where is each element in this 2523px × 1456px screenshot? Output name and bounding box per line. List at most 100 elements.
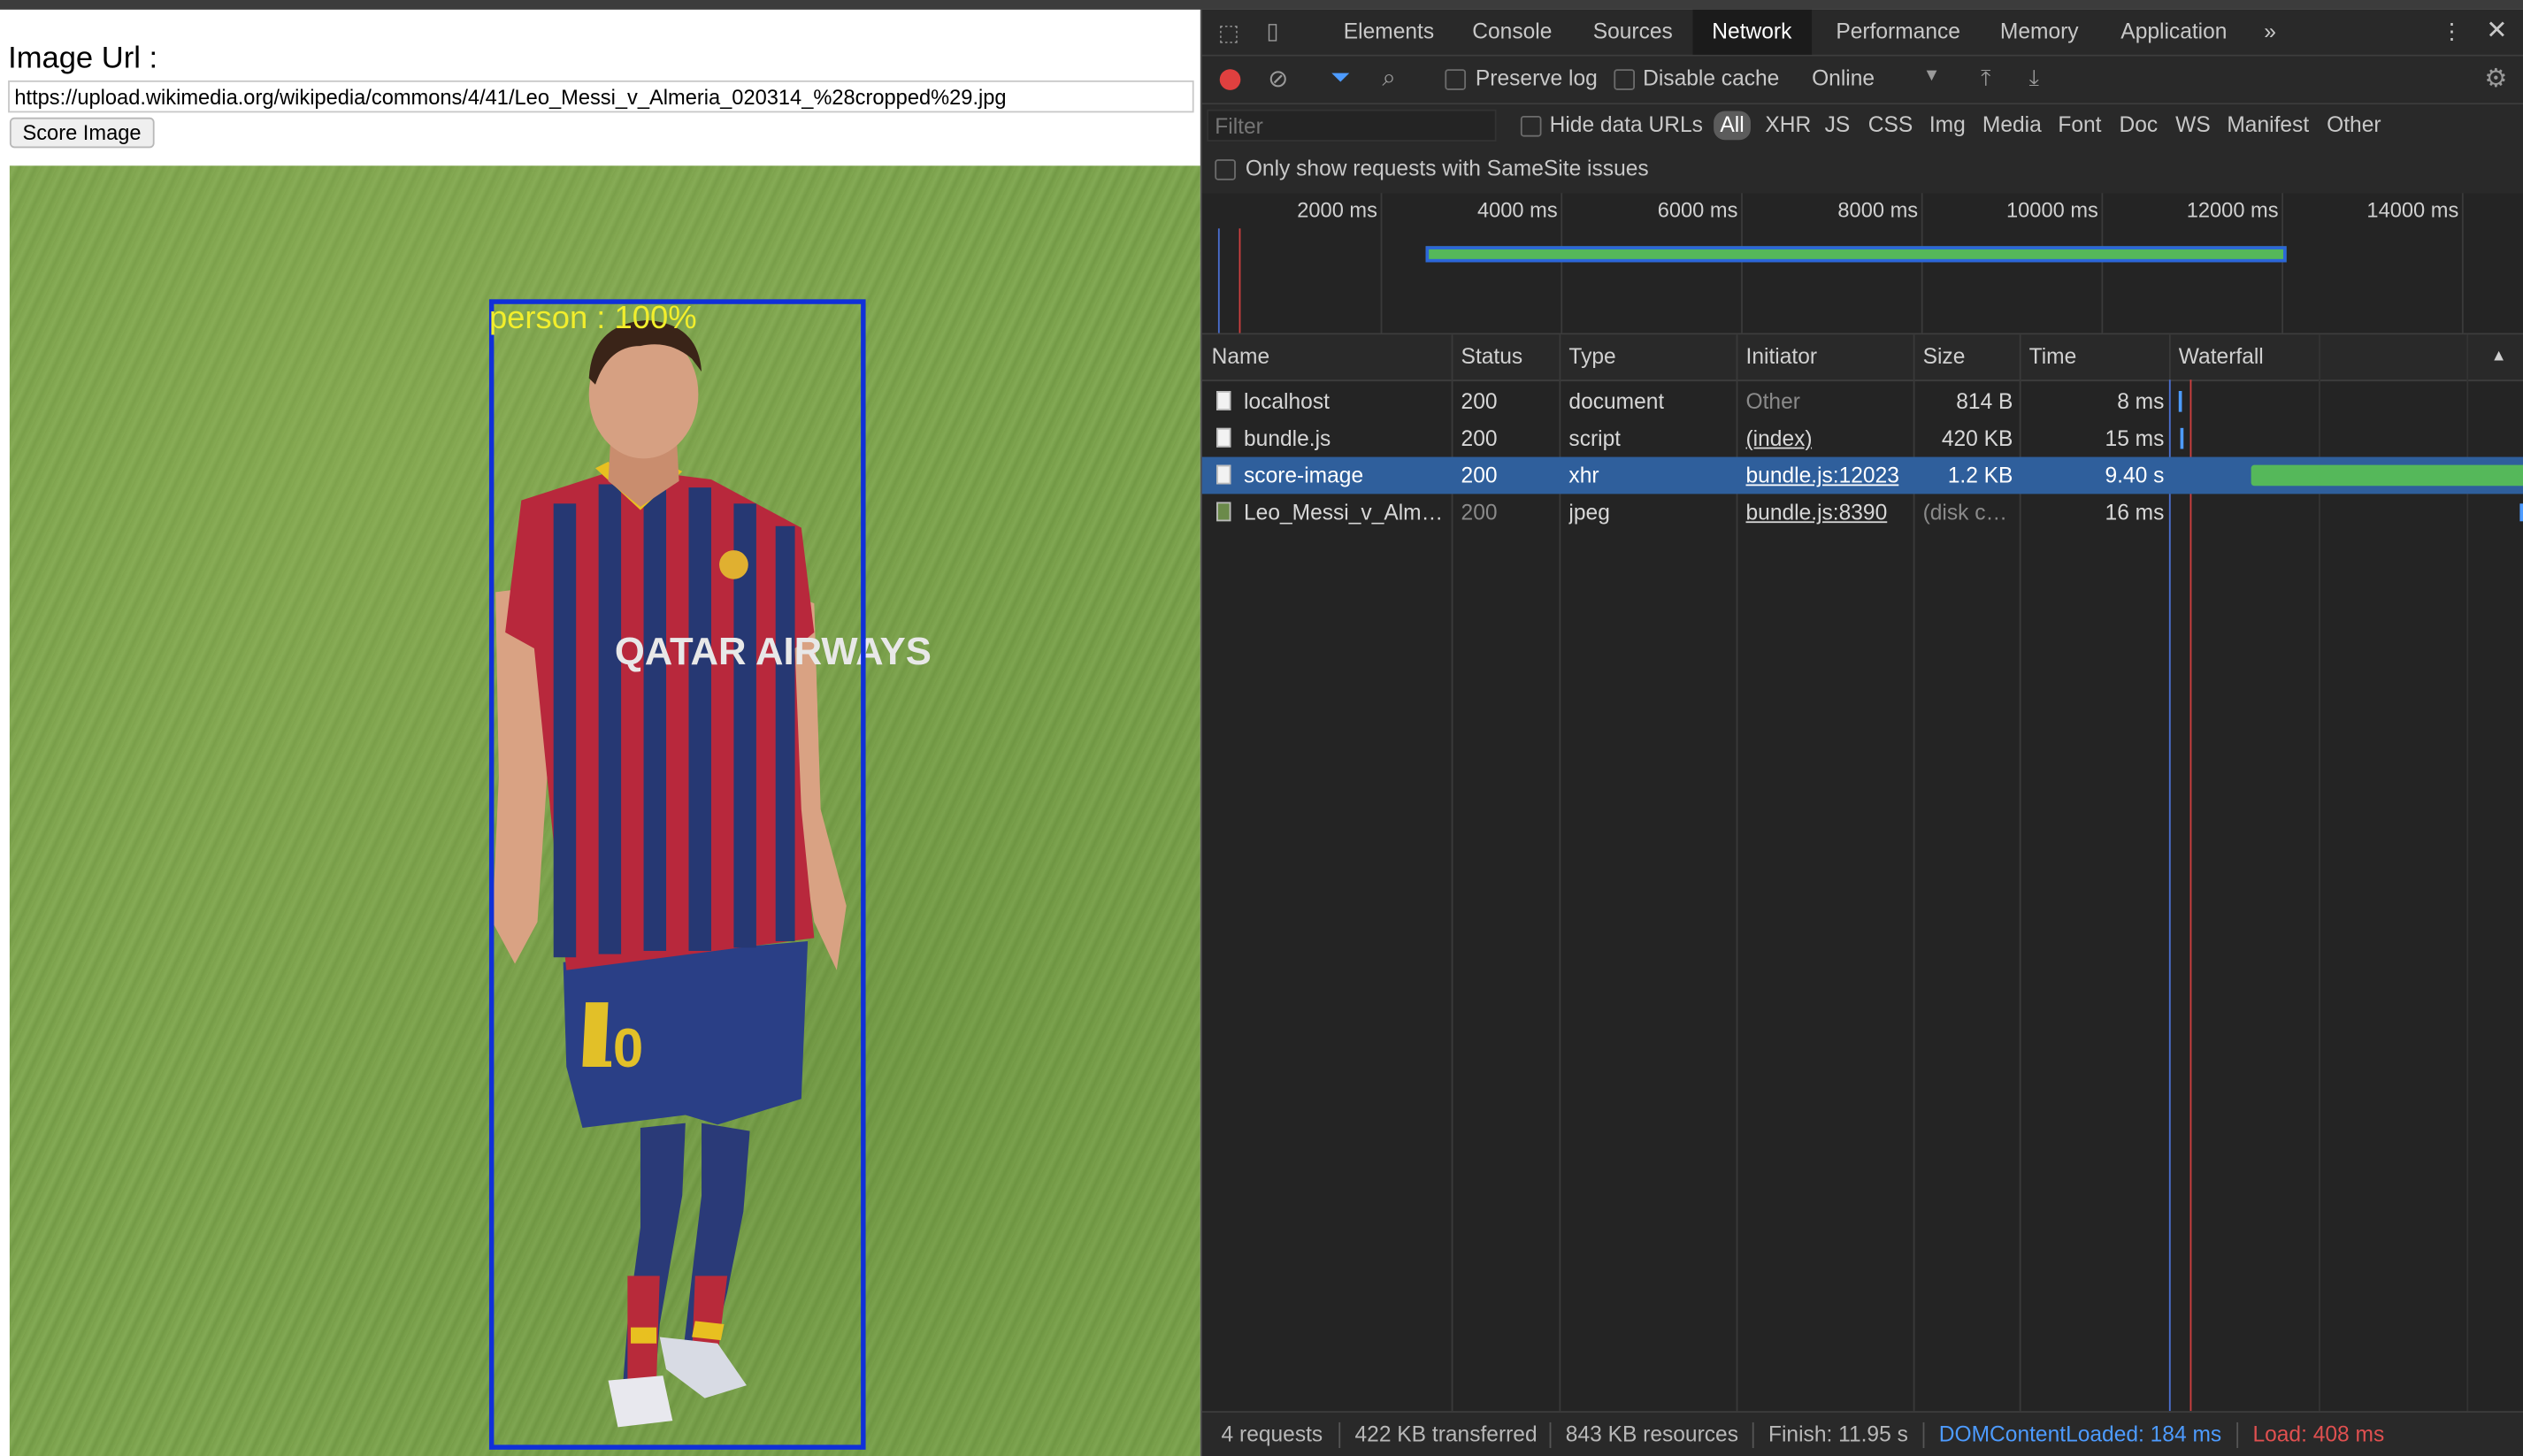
request-type: script <box>1568 426 1622 451</box>
request-row-score-image[interactable]: score-image 200 xhr bundle.js:12023 1.2 … <box>1201 456 2523 494</box>
script-icon <box>1216 427 1231 448</box>
samesite-label: Only show requests with SameSite issues <box>1245 156 1649 180</box>
image-url-label: Image Url : <box>8 42 158 76</box>
waterfall-bar <box>2180 427 2184 449</box>
overview-tick: 2000 ms <box>1297 197 1377 223</box>
summary-finish: Finish: 11.95 s <box>1768 1422 1908 1447</box>
tab-console[interactable]: Console <box>1472 10 1552 55</box>
filter-type-doc[interactable]: Doc <box>2119 112 2158 136</box>
samesite-checkbox[interactable] <box>1215 159 1236 180</box>
summary-requests: 4 requests <box>1221 1422 1323 1447</box>
scored-image: QATAR AIRWAYS 10 person : 100% <box>9 165 1200 1456</box>
inspect-element-icon[interactable]: ⬚ <box>1218 19 1239 47</box>
overview-request-bar <box>1425 246 2287 263</box>
chevrons-right-icon[interactable]: » <box>2264 10 2276 55</box>
overview-tick: 6000 ms <box>1657 197 1738 223</box>
filter-type-all[interactable]: All <box>1714 111 1751 141</box>
column-waterfall[interactable]: Waterfall <box>2179 334 2264 379</box>
close-icon[interactable]: ✕ <box>2486 10 2507 55</box>
filter-type-media[interactable]: Media <box>1982 112 2042 136</box>
kebab-menu-icon[interactable]: ⋮ <box>2441 10 2463 55</box>
request-table-header: Name Status Type Initiator Size Time Wat… <box>1201 334 2523 382</box>
filter-input[interactable] <box>1207 109 1497 142</box>
waterfall-bar <box>2178 390 2182 412</box>
request-name: localhost <box>1244 389 1330 414</box>
request-row-localhost[interactable]: localhost 200 document Other 814 B 8 ms <box>1202 383 2523 420</box>
hide-data-urls-checkbox[interactable] <box>1520 115 1542 137</box>
network-status-bar: 4 requests 422 KB transferred 843 KB res… <box>1201 1411 2523 1456</box>
request-row-jpeg[interactable]: Leo_Messi_v_Alm… 200 jpeg bundle.js:8390… <box>1202 494 2523 531</box>
request-name: Leo_Messi_v_Alm… <box>1244 500 1444 525</box>
request-initiator[interactable]: bundle.js:12023 <box>1746 457 1899 494</box>
filter-type-css[interactable]: CSS <box>1868 112 1913 136</box>
column-time[interactable]: Time <box>2029 334 2077 379</box>
preserve-log-label: Preserve log <box>1475 65 1598 90</box>
load-marker <box>1238 228 1241 333</box>
chevron-down-icon[interactable]: ▼ <box>1923 66 1941 86</box>
tab-elements[interactable]: Elements <box>1344 10 1434 55</box>
waterfall-bar <box>2251 464 2523 487</box>
search-icon[interactable]: ⌕ <box>1382 65 1395 92</box>
request-initiator[interactable]: bundle.js:8390 <box>1746 494 1888 531</box>
filter-icon[interactable]: ⏷ <box>1331 65 1350 92</box>
tab-sources[interactable]: Sources <box>1593 10 1673 55</box>
tab-memory[interactable]: Memory <box>2000 10 2079 55</box>
tab-application[interactable]: Application <box>2120 10 2227 55</box>
filter-type-ws[interactable]: WS <box>2175 112 2211 136</box>
xhr-icon <box>1216 464 1231 485</box>
record-icon[interactable] <box>1219 69 1241 90</box>
request-time: 8 ms <box>2117 389 2165 414</box>
filter-type-img[interactable]: Img <box>1929 112 1966 136</box>
request-time: 15 ms <box>2105 426 2165 451</box>
devtools-tab-bar: ⬚ ▯ Elements Console Sources Network Per… <box>1201 9 2523 57</box>
web-page: Image Url : Score Image <box>0 9 1200 1456</box>
request-status: 200 <box>1461 426 1498 451</box>
column-size[interactable]: Size <box>1923 334 1966 379</box>
devtools-panel: ⬚ ▯ Elements Console Sources Network Per… <box>1200 9 2523 1456</box>
column-name[interactable]: Name <box>1212 334 1270 379</box>
clear-icon[interactable]: ⊘ <box>1268 65 1288 94</box>
request-size: 814 B <box>1956 389 2013 414</box>
import-har-icon[interactable]: ⤒ <box>1981 65 1990 92</box>
filter-type-other[interactable]: Other <box>2327 112 2381 136</box>
sort-ascending-icon[interactable]: ▲ <box>2491 334 2507 379</box>
summary-transferred: 422 KB transferred <box>1354 1422 1538 1447</box>
tab-network[interactable]: Network <box>1692 9 1812 55</box>
image-url-input[interactable] <box>8 80 1194 113</box>
window-top-strip <box>0 0 2523 10</box>
column-initiator[interactable]: Initiator <box>1746 334 1818 379</box>
request-status: 200 <box>1461 463 1498 488</box>
device-toolbar-icon[interactable]: ▯ <box>1266 18 1278 45</box>
throttling-select[interactable]: Online <box>1812 66 1875 90</box>
request-name: score-image <box>1244 463 1364 488</box>
filter-type-font[interactable]: Font <box>2058 112 2101 136</box>
request-type: xhr <box>1568 463 1599 488</box>
request-type: jpeg <box>1568 500 1610 525</box>
request-size: 420 KB <box>1941 426 2013 451</box>
dcl-line <box>2168 379 2171 1412</box>
screen: Image Url : Score Image <box>0 0 2523 1456</box>
image-file-icon <box>1216 502 1231 522</box>
overview-tick: 10000 ms <box>2005 197 2098 223</box>
network-overview[interactable]: 2000 ms 4000 ms 6000 ms 8000 ms 10000 ms… <box>1201 193 2523 335</box>
filter-type-manifest[interactable]: Manifest <box>2227 112 2309 136</box>
overview-tick: 8000 ms <box>1837 197 1919 223</box>
load-line <box>2189 379 2192 1412</box>
gear-icon[interactable]: ⚙ <box>2484 63 2507 95</box>
request-initiator: Other <box>1745 389 1800 414</box>
request-status: 200 <box>1461 500 1498 525</box>
request-time: 9.40 s <box>2105 463 2165 488</box>
request-initiator[interactable]: (index) <box>1746 420 1813 457</box>
disable-cache-checkbox[interactable] <box>1614 69 1636 90</box>
request-row-bundle[interactable]: bundle.js 200 script (index) 420 KB 15 m… <box>1202 420 2523 457</box>
filter-type-xhr[interactable]: XHR <box>1765 112 1811 136</box>
column-status[interactable]: Status <box>1461 334 1523 379</box>
export-har-icon[interactable]: ⤓ <box>2029 65 2039 92</box>
disable-cache-label: Disable cache <box>1643 65 1780 90</box>
request-status: 200 <box>1461 389 1498 414</box>
preserve-log-checkbox[interactable] <box>1445 69 1467 90</box>
column-type[interactable]: Type <box>1568 334 1615 379</box>
filter-type-js[interactable]: JS <box>1825 112 1851 136</box>
tab-performance[interactable]: Performance <box>1836 10 1960 55</box>
score-image-button[interactable]: Score Image <box>9 117 155 149</box>
